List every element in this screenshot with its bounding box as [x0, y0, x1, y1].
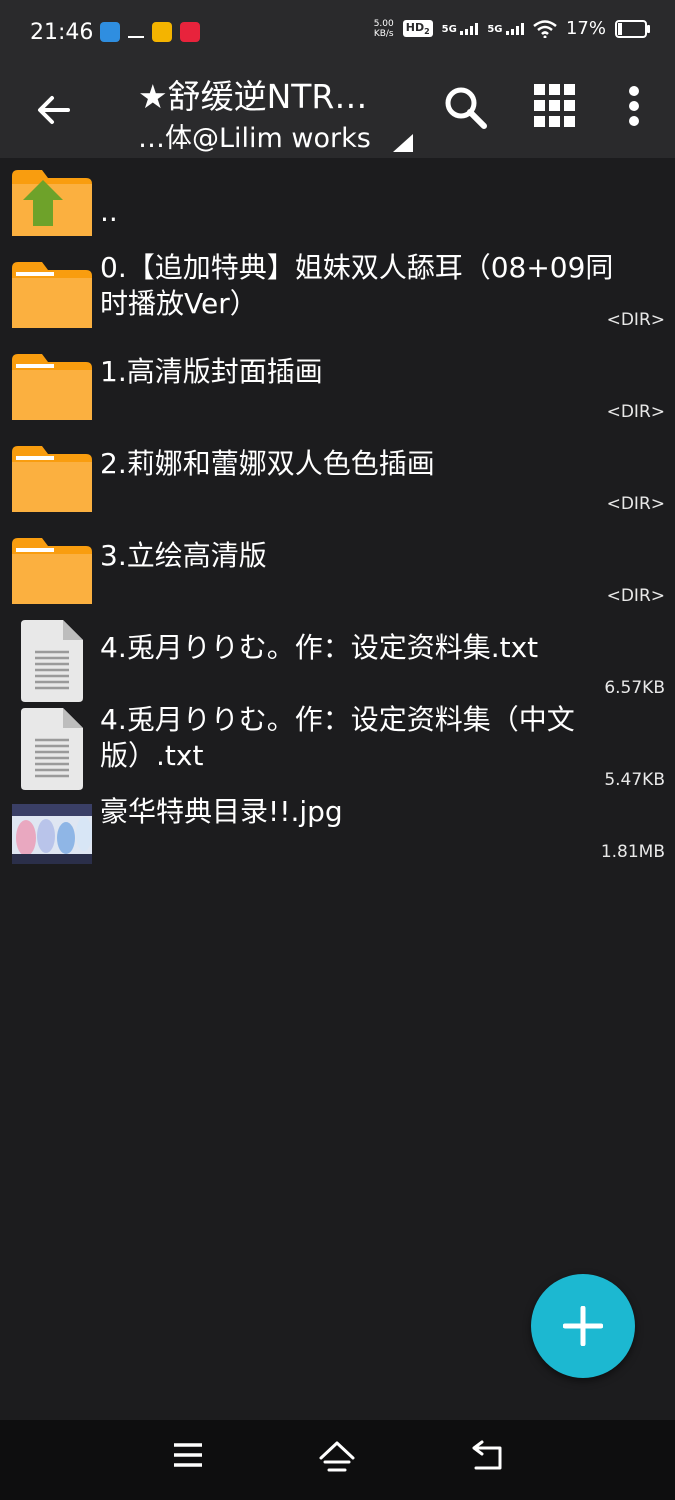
- file-list: .. 0.【追加特典】姐妹双人舔耳（08+09同时播放Ver） <DIR> 1.…: [0, 158, 675, 894]
- system-nav-bar: [0, 1420, 675, 1500]
- more-dot: [629, 101, 639, 111]
- file-name: 0.【追加特典】姐妹双人舔耳（08+09同时播放Ver）: [100, 251, 614, 320]
- file-meta: 1.81MB: [600, 842, 665, 862]
- file-name: 4.兎月りりむ。作：设定资料集（中文版）.txt: [100, 703, 575, 772]
- file-name: 2.莉娜和蕾娜双人色色插画: [100, 447, 435, 480]
- signal2-label: 5G: [487, 23, 503, 35]
- app-icon: [180, 22, 200, 42]
- plus-icon: [563, 1306, 603, 1346]
- app-icon: [152, 22, 172, 42]
- list-item-file[interactable]: 豪华特典目录!!.jpg 1.81MB: [0, 795, 675, 894]
- signal-icon: 5G: [487, 22, 524, 35]
- list-item-parent[interactable]: ..: [0, 158, 675, 250]
- back-arrow-icon[interactable]: [30, 86, 78, 134]
- checklist-icon: [128, 22, 144, 38]
- notification-icons: [100, 22, 200, 42]
- file-meta: 6.57KB: [604, 678, 665, 698]
- hd-label: HD: [405, 20, 425, 34]
- file-meta: <DIR>: [606, 310, 665, 330]
- add-button[interactable]: [531, 1274, 635, 1378]
- list-item-file[interactable]: 4.兎月りりむ。作：设定资料集（中文版）.txt 5.47KB: [0, 703, 675, 802]
- list-item-folder[interactable]: 2.莉娜和蕾娜双人色色插画 <DIR>: [0, 434, 675, 526]
- net-speed: 5.00 KB/s: [374, 19, 394, 39]
- app-bar: ★舒缓逆NTR… …体@Lilim works: [0, 62, 675, 158]
- menu-icon[interactable]: [174, 1442, 202, 1468]
- more-options-icon[interactable]: [626, 84, 642, 132]
- folder-title[interactable]: ★舒缓逆NTR…: [138, 70, 367, 118]
- back-icon[interactable]: [470, 1440, 504, 1472]
- file-meta: 5.47KB: [604, 770, 665, 790]
- grid-dot: [549, 100, 560, 111]
- folder-subtitle[interactable]: …体@Lilim works: [138, 116, 371, 155]
- status-bar: 21:46 5.00 KB/s HD2 5G 5G 17%: [0, 0, 675, 62]
- file-name: ..: [100, 195, 118, 228]
- grid-dot: [564, 116, 575, 127]
- battery-fill: [618, 22, 622, 35]
- more-dot: [629, 86, 639, 96]
- grid-dot: [534, 116, 545, 127]
- hd-sub: 2: [424, 27, 430, 37]
- grid-dot: [534, 84, 545, 95]
- battery-percent: 17%: [565, 18, 606, 39]
- grid-dot: [564, 84, 575, 95]
- image-thumbnail: [12, 804, 92, 864]
- list-item-folder[interactable]: 1.高清版封面插画 <DIR>: [0, 342, 675, 434]
- text-file-icon: [21, 708, 83, 790]
- folder-icon: [12, 354, 92, 420]
- text-file-icon: [21, 620, 83, 702]
- signal-icon: 5G: [441, 22, 479, 35]
- grid-view-icon[interactable]: [534, 84, 578, 128]
- file-meta: <DIR>: [606, 402, 665, 422]
- folder-icon: [12, 538, 92, 604]
- file-name: 4.兎月りりむ。作：设定资料集.txt: [100, 631, 539, 664]
- grid-dot: [549, 84, 560, 95]
- list-item-folder[interactable]: 3.立绘高清版 <DIR>: [0, 526, 675, 618]
- net-speed-unit: KB/s: [373, 28, 394, 39]
- app-icon: [100, 22, 120, 42]
- battery-icon: [615, 19, 650, 38]
- list-item-folder[interactable]: 0.【追加特典】姐妹双人舔耳（08+09同时播放Ver） <DIR>: [0, 250, 675, 342]
- parent-folder-icon: [12, 170, 92, 236]
- more-dot: [629, 116, 639, 126]
- status-time: 21:46: [30, 20, 94, 45]
- file-name: 3.立绘高清版: [100, 539, 267, 572]
- folder-icon: [12, 446, 92, 512]
- folder-icon: [12, 262, 92, 328]
- dropdown-caret-icon[interactable]: [393, 134, 413, 152]
- grid-dot: [564, 100, 575, 111]
- wifi-icon: [533, 19, 557, 38]
- file-name: 豪华特典目录!!.jpg: [100, 795, 343, 828]
- grid-dot: [534, 100, 545, 111]
- status-indicators: 5.00 KB/s HD2 5G 5G 17%: [374, 18, 650, 39]
- file-meta: <DIR>: [606, 494, 665, 514]
- signal1-label: 5G: [441, 23, 457, 35]
- search-icon[interactable]: [442, 84, 490, 132]
- grid-dot: [549, 116, 560, 127]
- file-name: 1.高清版封面插画: [100, 355, 323, 388]
- hd-icon: HD2: [402, 19, 433, 38]
- list-item-file[interactable]: 4.兎月りりむ。作：设定资料集.txt 6.57KB: [0, 618, 675, 710]
- home-icon[interactable]: [319, 1440, 355, 1474]
- net-speed-value: 5.00: [373, 18, 394, 29]
- file-meta: <DIR>: [606, 586, 665, 606]
